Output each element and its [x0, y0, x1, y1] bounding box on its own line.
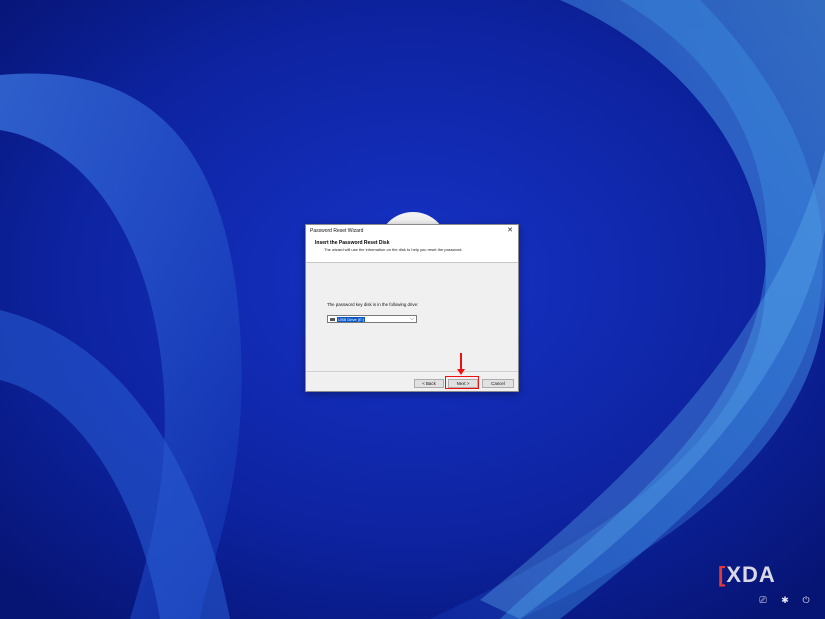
footer-divider — [306, 371, 518, 372]
accessibility-icon[interactable]: ✱ — [780, 595, 790, 605]
cancel-button[interactable]: Cancel — [482, 379, 514, 388]
dialog-title: Password Reset Wizard — [310, 228, 364, 234]
chevron-down-icon[interactable]: ⌵ — [410, 316, 414, 323]
wizard-header-title: Insert the Password Reset Disk — [315, 240, 390, 246]
xda-watermark: [XDA — [718, 562, 776, 588]
annotation-arrow-shaft — [460, 353, 462, 370]
network-icon[interactable]: ⎚ — [758, 595, 768, 605]
xda-brand-text: XDA — [726, 562, 776, 587]
close-icon[interactable]: ✕ — [505, 225, 515, 237]
back-button[interactable]: < Back — [414, 379, 444, 388]
dialog-titlebar: Password Reset Wizard ✕ — [306, 225, 518, 237]
wizard-header: Insert the Password Reset Disk The wizar… — [306, 237, 518, 263]
next-button-highlight — [445, 376, 479, 389]
drive-select[interactable]: USB Drive (E:) ⌵ — [327, 315, 417, 323]
usb-drive-icon — [330, 318, 335, 321]
drive-select-value: USB Drive (E:) — [337, 317, 366, 322]
wizard-body: The password key disk is in the followin… — [306, 263, 518, 371]
power-icon[interactable]: ⏻ — [801, 595, 811, 605]
drive-label: The password key disk is in the followin… — [327, 302, 419, 307]
wizard-header-subtitle: The wizard will use the information on t… — [324, 247, 463, 252]
annotation-arrow-icon — [457, 369, 465, 375]
password-reset-wizard-dialog: Password Reset Wizard ✕ Insert the Passw… — [305, 224, 519, 392]
